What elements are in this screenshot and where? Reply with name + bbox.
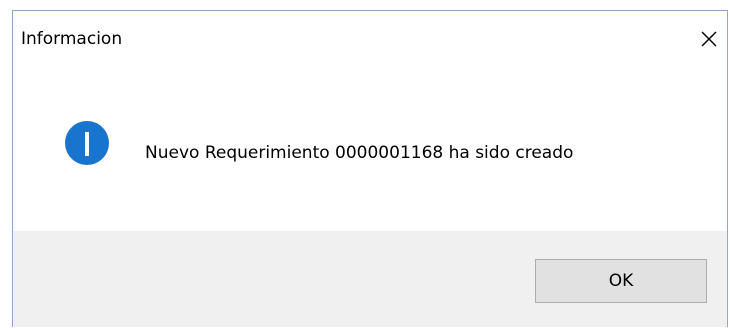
close-button[interactable] [691,25,727,53]
close-icon [701,31,717,47]
dialog-content: Nuevo Requerimiento 0000001168 ha sido c… [13,67,727,231]
message-dialog: Informacion Nuevo Requerimiento 00000011… [12,10,728,327]
ok-button[interactable]: OK [535,259,707,303]
title-bar[interactable]: Informacion [13,11,727,67]
window-title: Informacion [21,29,123,49]
info-icon [65,121,109,165]
dialog-message: Nuevo Requerimiento 0000001168 ha sido c… [145,143,574,163]
button-bar: OK [13,231,727,327]
